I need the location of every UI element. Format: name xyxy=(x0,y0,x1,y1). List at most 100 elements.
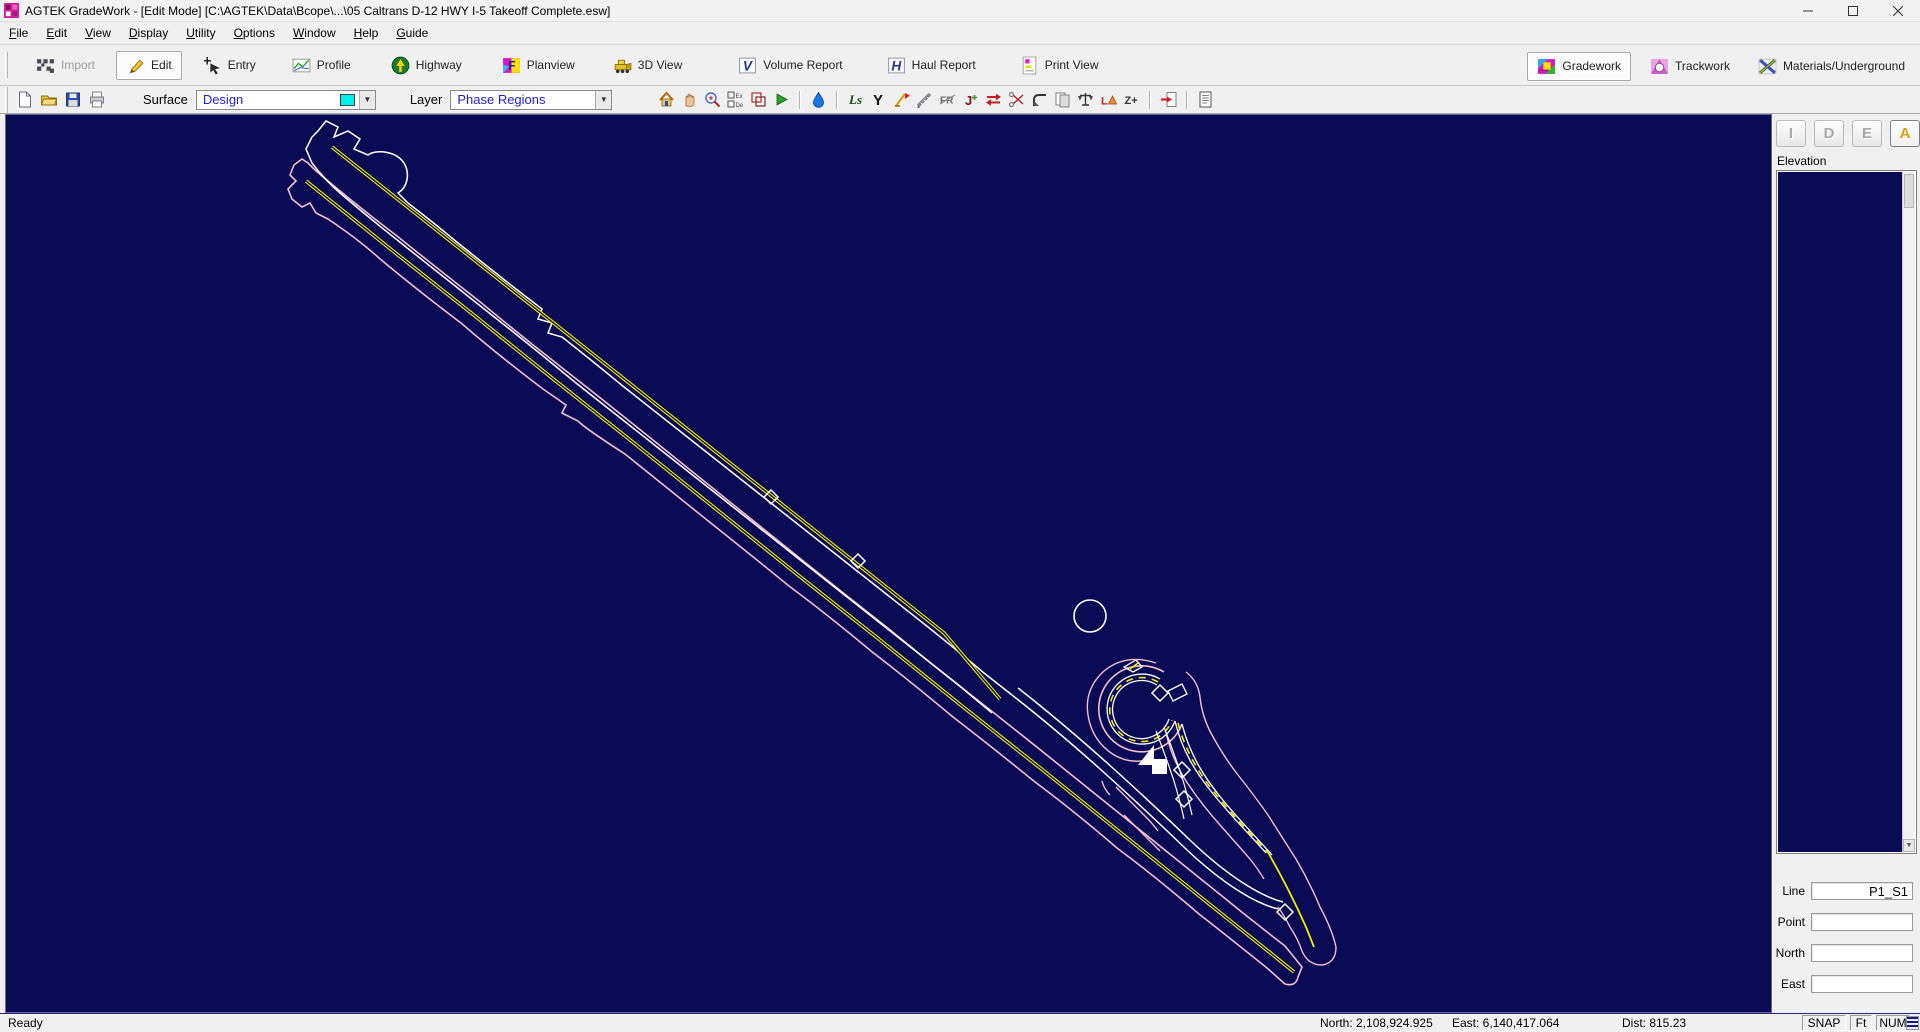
title-bar: AGTEK GradeWork - [Edit Mode] [C:\AGTEK\… xyxy=(0,0,1920,22)
3d-view-label: 3D View xyxy=(638,58,682,72)
elevation-triangle-icon[interactable]: L xyxy=(1098,90,1118,109)
trim-scissors-icon[interactable] xyxy=(1006,90,1026,109)
mode-button-i[interactable]: I xyxy=(1776,120,1806,147)
highway-button[interactable]: Highway xyxy=(382,52,471,79)
elevation-scrollbar[interactable]: ▼ xyxy=(1902,172,1915,852)
menu-guide[interactable]: Guide xyxy=(387,23,437,43)
menu-options[interactable]: Options xyxy=(225,23,284,43)
volume-report-button[interactable]: V Volume Report xyxy=(729,52,851,79)
selection-circle xyxy=(1074,600,1106,632)
materials-underground-icon xyxy=(1758,57,1777,76)
zoom-extents-icon[interactable]: Ex De xyxy=(725,90,745,109)
svg-text:Ls: Ls xyxy=(848,92,862,107)
plan-canvas[interactable] xyxy=(5,114,1772,1013)
white-corridor-lower-edge xyxy=(306,137,992,713)
close-button[interactable] xyxy=(1875,0,1920,22)
gradework-icon xyxy=(1537,57,1556,76)
status-east: East: 6,140,417.064 xyxy=(1452,1016,1559,1030)
trackwork-mode-button[interactable]: Trackwork xyxy=(1641,53,1739,80)
surface-label: Surface xyxy=(143,92,188,107)
surface-combo-arrow-icon[interactable]: ▼ xyxy=(359,91,375,109)
profile-button[interactable]: Profile xyxy=(283,52,360,79)
copy-view-icon[interactable] xyxy=(748,90,768,109)
surface-value: Design xyxy=(197,92,340,107)
mode-button-a[interactable]: A xyxy=(1890,120,1920,147)
volume-report-icon: V xyxy=(738,56,757,75)
north-field[interactable] xyxy=(1811,944,1913,962)
send-page-icon[interactable] xyxy=(1158,90,1178,109)
point-field[interactable] xyxy=(1811,913,1913,931)
join-icon[interactable]: J xyxy=(960,90,980,109)
gradework-mode-button[interactable]: Gradework xyxy=(1527,52,1631,81)
materials-underground-mode-button[interactable]: Materials/Underground xyxy=(1749,53,1914,80)
scrollbar-down-arrow-icon[interactable]: ▼ xyxy=(1903,839,1915,852)
zoom-magnifier-icon[interactable] xyxy=(702,90,722,109)
scrollbar-thumb[interactable] xyxy=(1904,174,1914,208)
menu-view[interactable]: View xyxy=(76,23,120,43)
white-centerline-yellow xyxy=(332,147,1000,699)
planview-button[interactable]: F Planview xyxy=(493,52,584,79)
menu-edit[interactable]: Edit xyxy=(37,23,76,43)
reverse-arrows-icon[interactable] xyxy=(983,90,1003,109)
home-icon[interactable] xyxy=(656,90,676,109)
svg-text:J: J xyxy=(965,93,972,108)
entry-plus-cursor-icon xyxy=(203,56,222,75)
svg-text:Y: Y xyxy=(873,92,883,108)
fr-disable-icon[interactable]: FR xyxy=(937,90,957,109)
maximize-button[interactable] xyxy=(1830,0,1875,22)
balance-scale-icon[interactable] xyxy=(1075,90,1095,109)
save-icon[interactable] xyxy=(64,91,82,108)
measure-pencil-icon[interactable] xyxy=(914,90,934,109)
new-document-icon[interactable] xyxy=(16,91,34,108)
trackwork-icon xyxy=(1650,57,1669,76)
water-drop-icon[interactable] xyxy=(808,90,828,109)
menu-utility[interactable]: Utility xyxy=(177,23,224,43)
volume-report-label: Volume Report xyxy=(763,58,842,72)
menu-help[interactable]: Help xyxy=(345,23,388,43)
edit-toolbar: Surface Design ▼ Layer Phase Regions ▼ xyxy=(0,86,1920,114)
report-doc-icon[interactable] xyxy=(1195,90,1215,109)
pan-hand-icon[interactable] xyxy=(679,90,699,109)
surface-combobox[interactable]: Design ▼ xyxy=(196,90,376,110)
menu-window[interactable]: Window xyxy=(284,23,345,43)
menu-bar: FileEditViewDisplayUtilityOptionsWindowH… xyxy=(0,22,1920,44)
statusbar-grip-icon xyxy=(1906,1016,1919,1030)
z-plus-icon[interactable]: Z+ xyxy=(1121,90,1141,109)
import-label: Import xyxy=(61,58,95,72)
print-view-button[interactable]: Print View xyxy=(1011,52,1108,79)
planview-icon: F xyxy=(502,56,521,75)
line-field[interactable]: P1_S1 xyxy=(1811,882,1913,900)
layer-combo-arrow-icon[interactable]: ▼ xyxy=(595,91,611,109)
play-icon[interactable] xyxy=(771,90,791,109)
elevation-list[interactable]: ▼ xyxy=(1776,170,1917,854)
fillet-corner-icon[interactable] xyxy=(1029,90,1049,109)
toolbar-grip-2[interactable] xyxy=(5,87,8,113)
line-style-icon[interactable]: Ls xyxy=(845,90,865,109)
stack-pages-icon[interactable] xyxy=(1052,90,1072,109)
snap-toggle[interactable]: SNAP xyxy=(1802,1015,1846,1031)
entry-button[interactable]: Entry xyxy=(194,52,265,79)
menu-file[interactable]: File xyxy=(0,23,37,43)
haul-report-button[interactable]: H Haul Report xyxy=(878,52,985,79)
layer-combobox[interactable]: Phase Regions ▼ xyxy=(450,90,612,110)
open-folder-icon[interactable] xyxy=(40,91,58,108)
print-icon[interactable] xyxy=(88,91,106,108)
elevation-label: Elevation xyxy=(1777,154,1826,168)
agtek-gradework-window: AGTEK GradeWork - [Edit Mode] [C:\AGTEK\… xyxy=(0,0,1920,1032)
units-indicator[interactable]: Ft xyxy=(1850,1015,1872,1031)
import-button[interactable]: Import xyxy=(27,52,104,79)
menu-display[interactable]: Display xyxy=(120,23,177,43)
haul-letter: H xyxy=(891,58,902,73)
east-field[interactable] xyxy=(1811,975,1913,993)
wye-icon[interactable]: Y xyxy=(868,90,888,109)
status-dist: Dist: 815.23 xyxy=(1622,1016,1686,1030)
3d-view-button[interactable]: 3D View xyxy=(604,52,691,79)
edit-button[interactable]: Edit xyxy=(116,51,182,80)
gore-square xyxy=(1152,759,1167,774)
flag-pole-icon[interactable] xyxy=(891,90,911,109)
mode-button-e[interactable]: E xyxy=(1852,120,1882,147)
materials-underground-label: Materials/Underground xyxy=(1783,59,1905,73)
mode-button-d[interactable]: D xyxy=(1814,120,1844,147)
toolbar-grip[interactable] xyxy=(5,52,8,78)
minimize-button[interactable] xyxy=(1785,0,1830,22)
